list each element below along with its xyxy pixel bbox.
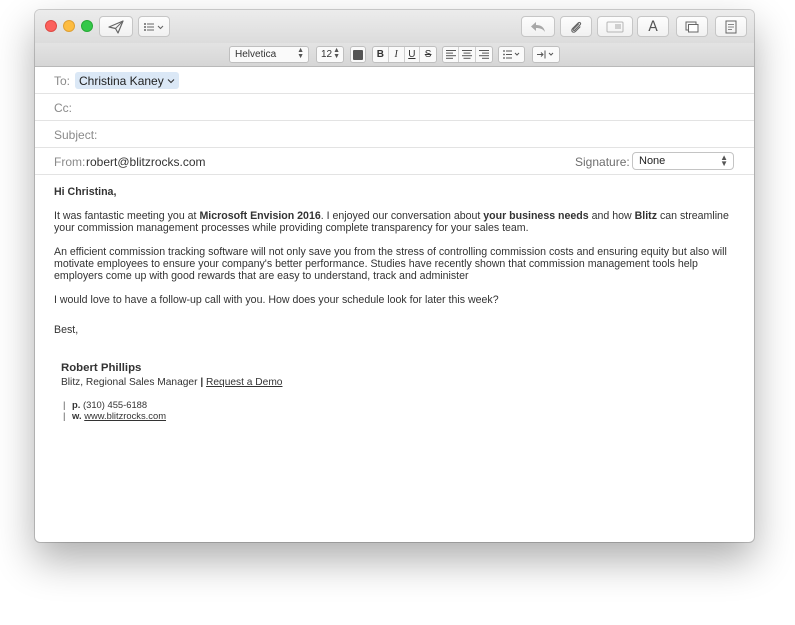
signature-title-line: Blitz, Regional Sales Manager | Request …: [61, 377, 735, 389]
align-center-icon: [462, 50, 473, 59]
alignment-group: [442, 46, 493, 63]
up-down-arrows-icon: ▲ ▼: [720, 153, 728, 168]
format-bar-icon: [685, 21, 699, 32]
fonts-button[interactable]: A: [637, 16, 669, 37]
email-signature: Robert Phillips Blitz, Regional Sales Ma…: [54, 362, 735, 421]
p1-event-name: Microsoft Envision 2016: [199, 210, 321, 222]
color-swatch: [353, 49, 363, 60]
from-account-select[interactable]: robert@blitzrocks.com: [86, 155, 206, 169]
align-center-button[interactable]: [459, 47, 476, 62]
signature-title: Blitz, Regional Sales Manager: [61, 377, 198, 388]
attach-button[interactable]: [560, 16, 592, 37]
phone-bar: |: [63, 399, 66, 410]
format-bar: Helvetica ▲ ▼ 12 ▲ ▼ B I U S: [35, 43, 754, 67]
strikethrough-button[interactable]: S: [420, 47, 436, 62]
request-demo-link[interactable]: Request a Demo: [206, 377, 282, 388]
subject-label: Subject:: [54, 128, 98, 142]
align-right-button[interactable]: [476, 47, 492, 62]
list-chevron-icon: [144, 22, 164, 31]
up-down-arrows-icon: ▲ ▼: [333, 47, 340, 60]
signature-phone-line: | p. (310) 455-6188: [61, 399, 735, 410]
italic-icon: I: [394, 49, 398, 60]
show-format-bar-button[interactable]: [676, 16, 708, 37]
reply-arrow-icon: [531, 21, 545, 32]
recipient-name: Christina Kaney: [79, 73, 164, 88]
reply-button[interactable]: [521, 16, 555, 37]
font-family-value: Helvetica: [235, 49, 277, 60]
paper-plane-icon: [108, 19, 124, 34]
p1-company: Blitz: [634, 210, 657, 222]
web-bar: |: [63, 410, 66, 421]
paragraph-2: An efficient commission tracking softwar…: [54, 246, 727, 282]
up-down-arrows-icon: ▲ ▼: [297, 47, 304, 60]
cc-label: Cc:: [54, 101, 72, 115]
from-label: From:: [54, 155, 86, 169]
align-left-button[interactable]: [443, 47, 460, 62]
stationery-icon: [725, 20, 737, 33]
align-left-icon: [445, 50, 456, 59]
photo-browser-button[interactable]: [597, 16, 633, 37]
message-body[interactable]: Hi Christina, It was fantastic meeting y…: [35, 175, 754, 421]
from-row: From: robert@blitzrocks.com Signature: N…: [35, 148, 754, 175]
chevron-down-icon: [167, 78, 175, 83]
signature-value: None: [639, 155, 666, 167]
close-window-button[interactable]: [45, 20, 57, 32]
signature-select[interactable]: None ▲ ▼: [632, 152, 734, 170]
italic-button[interactable]: I: [389, 47, 405, 62]
text-style-group: B I U S: [372, 46, 437, 63]
phone-number: (310) 455-6188: [83, 399, 148, 410]
strikethrough-icon: S: [424, 49, 432, 60]
closing: Best,: [54, 324, 79, 336]
p1-text-e: and how: [588, 210, 635, 222]
letter-a-icon: A: [648, 18, 658, 35]
greeting: Hi Christina,: [54, 186, 117, 198]
paragraph-1: It was fantastic meeting you at Microsof…: [54, 210, 735, 234]
mail-compose-window: A Helvetica ▲ ▼ 12 ▲ ▼ B I U S To: Chris…: [35, 10, 754, 542]
to-label: To:: [54, 74, 71, 88]
indent-select[interactable]: [532, 46, 560, 63]
phone-prefix: p.: [72, 399, 81, 410]
font-size-value: 12: [321, 49, 333, 60]
to-field[interactable]: To: Christina Kaney: [35, 67, 754, 94]
font-family-select[interactable]: Helvetica ▲ ▼: [229, 46, 309, 63]
p1-topic: your business needs: [483, 210, 589, 222]
p1-text-c: . I enjoyed our conversation about: [320, 210, 484, 222]
p1-text-a: It was fantastic meeting you at: [54, 210, 200, 222]
underline-icon: U: [408, 49, 416, 60]
subject-field[interactable]: Subject:: [35, 121, 754, 148]
signature-name: Robert Phillips: [61, 362, 142, 374]
font-size-select[interactable]: 12 ▲ ▼: [316, 46, 344, 63]
paragraph-3: I would love to have a follow-up call wi…: [54, 294, 499, 306]
align-right-icon: [478, 50, 489, 59]
underline-button[interactable]: U: [405, 47, 421, 62]
send-button[interactable]: [99, 16, 133, 37]
recipient-token[interactable]: Christina Kaney: [75, 72, 179, 89]
cc-field[interactable]: Cc:: [35, 94, 754, 121]
toolbar: A: [35, 10, 754, 43]
signature-web-line: | w. www.blitzrocks.com: [61, 410, 735, 421]
text-color-button[interactable]: [350, 46, 366, 63]
bold-button[interactable]: B: [373, 47, 389, 62]
list-style-select[interactable]: [498, 46, 525, 63]
paperclip-icon: [571, 21, 582, 33]
minimize-window-button[interactable]: [63, 20, 75, 32]
indent-icon: [537, 50, 554, 59]
bold-icon: B: [376, 49, 384, 60]
photo-icon: [606, 21, 624, 32]
signature-separator: |: [200, 377, 204, 388]
signature-label: Signature:: [575, 155, 630, 169]
website-link[interactable]: www.blitzrocks.com: [84, 410, 166, 421]
web-prefix: w.: [72, 410, 82, 421]
stationery-button[interactable]: [715, 16, 747, 37]
header-fields-menu-button[interactable]: [138, 16, 170, 37]
zoom-window-button[interactable]: [81, 20, 93, 32]
bullet-list-icon: [502, 50, 519, 59]
